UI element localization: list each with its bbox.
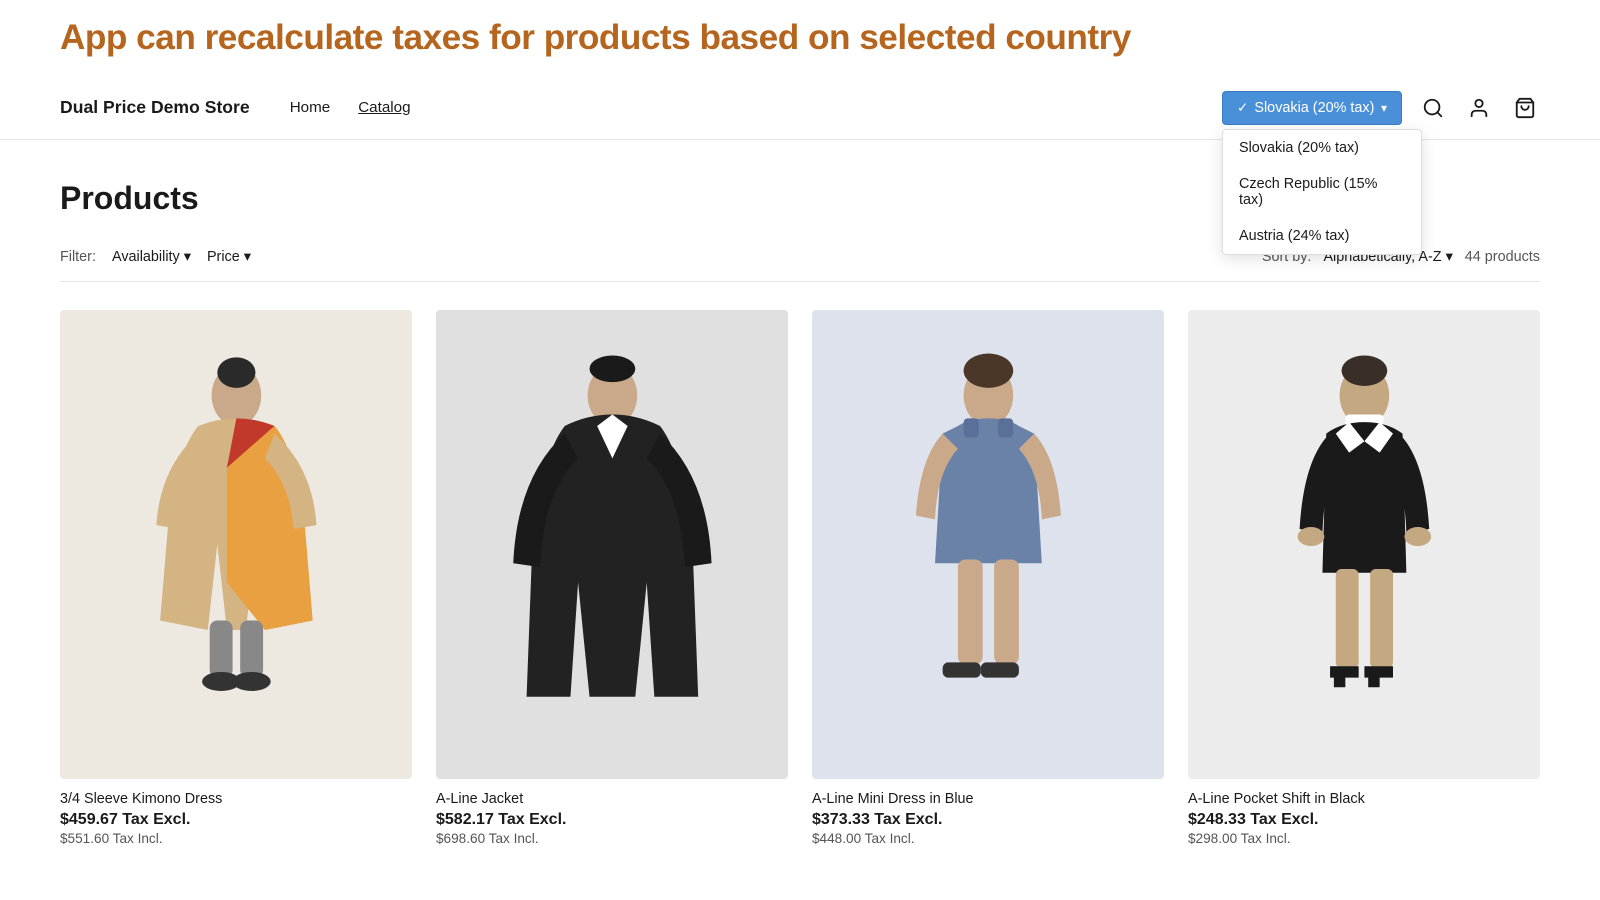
account-icon — [1468, 97, 1490, 119]
banner-text: App can recalculate taxes for products b… — [60, 18, 1131, 57]
product-card-1[interactable]: 3/4 Sleeve Kimono Dress $459.67 Tax Excl… — [60, 310, 412, 846]
products-grid: 3/4 Sleeve Kimono Dress $459.67 Tax Excl… — [60, 310, 1540, 846]
product-image-1 — [60, 310, 412, 779]
product-price-incl-1: $551.60 Tax Incl. — [60, 831, 412, 846]
cart-icon — [1514, 97, 1536, 119]
availability-filter-button[interactable]: Availability ▾ — [112, 249, 191, 265]
nav-right: ✓ Slovakia (20% tax) ▾ Slovakia (20% tax… — [1222, 91, 1540, 125]
country-option-slovakia[interactable]: Slovakia (20% tax) — [1223, 130, 1421, 166]
country-option-austria[interactable]: Austria (24% tax) — [1223, 218, 1421, 254]
filter-label: Filter: — [60, 249, 96, 265]
product-price-incl-4: $298.00 Tax Incl. — [1188, 831, 1540, 846]
account-button[interactable] — [1464, 93, 1494, 123]
country-option-czech[interactable]: Czech Republic (15% tax) — [1223, 166, 1421, 218]
nav-link-home[interactable]: Home — [290, 99, 331, 116]
product-name-2: A-Line Jacket — [436, 791, 788, 807]
product-figure-1 — [122, 333, 351, 755]
product-image-3 — [812, 310, 1164, 779]
search-button[interactable] — [1418, 93, 1448, 123]
cart-button[interactable] — [1510, 93, 1540, 123]
sort-chevron-icon: ▾ — [1446, 249, 1453, 265]
selected-country-label: Slovakia (20% tax) — [1254, 100, 1374, 116]
country-selector-wrapper: ✓ Slovakia (20% tax) ▾ Slovakia (20% tax… — [1222, 91, 1402, 125]
store-name: Dual Price Demo Store — [60, 97, 250, 118]
nav-links: Home Catalog — [290, 99, 1222, 116]
search-icon — [1422, 97, 1444, 119]
product-figure-2 — [498, 333, 727, 755]
availability-chevron-icon: ▾ — [184, 249, 191, 265]
dropdown-arrow-icon: ▾ — [1381, 101, 1387, 115]
product-image-2 — [436, 310, 788, 779]
products-count: 44 products — [1465, 249, 1540, 265]
product-card-3[interactable]: A-Line Mini Dress in Blue $373.33 Tax Ex… — [812, 310, 1164, 846]
product-price-incl-2: $698.60 Tax Incl. — [436, 831, 788, 846]
product-price-incl-3: $448.00 Tax Incl. — [812, 831, 1164, 846]
country-dropdown-menu: Slovakia (20% tax) Czech Republic (15% t… — [1222, 129, 1422, 255]
product-name-1: 3/4 Sleeve Kimono Dress — [60, 791, 412, 807]
price-chevron-icon: ▾ — [244, 249, 251, 265]
product-price-excl-1: $459.67 Tax Excl. — [60, 811, 412, 829]
filter-left: Filter: Availability ▾ Price ▾ — [60, 249, 251, 265]
product-card-4[interactable]: A-Line Pocket Shift in Black $248.33 Tax… — [1188, 310, 1540, 846]
product-price-excl-4: $248.33 Tax Excl. — [1188, 811, 1540, 829]
price-filter-button[interactable]: Price ▾ — [207, 249, 251, 265]
product-price-excl-3: $373.33 Tax Excl. — [812, 811, 1164, 829]
navbar: Dual Price Demo Store Home Catalog ✓ Slo… — [0, 76, 1600, 140]
product-name-3: A-Line Mini Dress in Blue — [812, 791, 1164, 807]
product-image-4 — [1188, 310, 1540, 779]
product-price-excl-2: $582.17 Tax Excl. — [436, 811, 788, 829]
product-figure-4 — [1250, 333, 1479, 755]
nav-link-catalog[interactable]: Catalog — [358, 99, 410, 116]
country-selector-button[interactable]: ✓ Slovakia (20% tax) ▾ — [1222, 91, 1402, 125]
app-banner: App can recalculate taxes for products b… — [0, 0, 1600, 76]
product-name-4: A-Line Pocket Shift in Black — [1188, 791, 1540, 807]
product-figure-3 — [874, 333, 1103, 755]
product-card-2[interactable]: A-Line Jacket $582.17 Tax Excl. $698.60 … — [436, 310, 788, 846]
selected-checkmark: ✓ — [1237, 100, 1248, 116]
